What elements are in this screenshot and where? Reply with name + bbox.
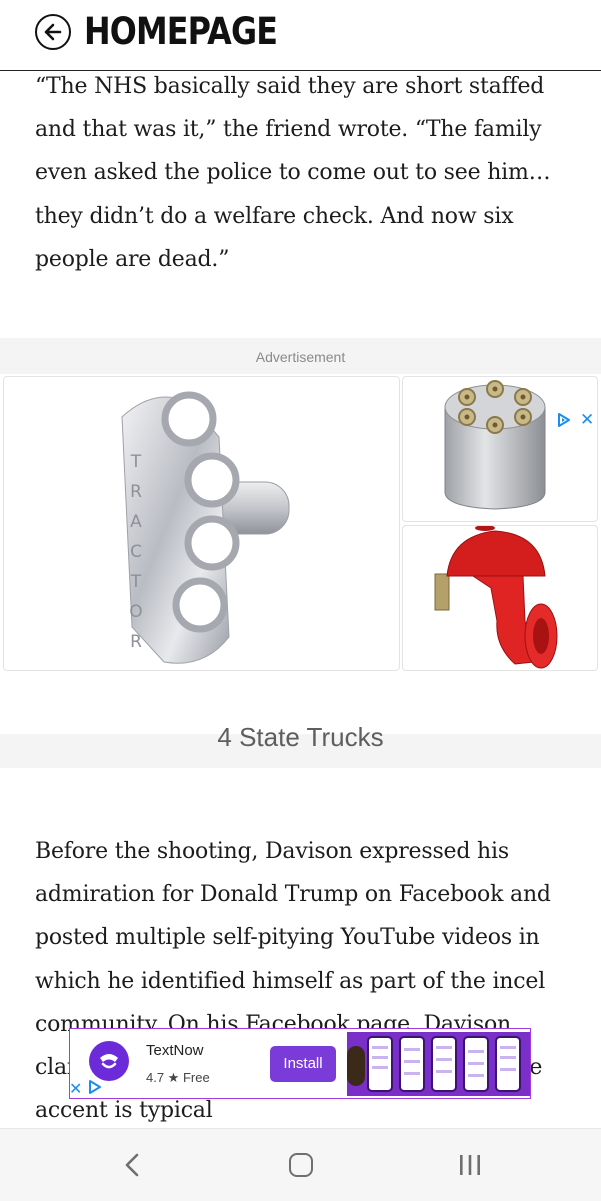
svg-text:T: T: [130, 452, 142, 472]
article-paragraph: “The NHS basically said they are short s…: [35, 74, 551, 272]
back-button[interactable]: [35, 14, 71, 50]
ad-image-horn[interactable]: [402, 525, 598, 671]
ad-brand-name[interactable]: 4 State Trucks: [0, 722, 601, 753]
svg-text:C: C: [130, 542, 142, 562]
svg-text:R: R: [130, 482, 142, 502]
chevron-left-icon[interactable]: [121, 1151, 143, 1179]
svg-text:O: O: [129, 602, 142, 622]
close-icon[interactable]: ✕: [69, 1081, 82, 1097]
revolver-cylinder-image: [444, 380, 546, 510]
red-horn-image: [434, 526, 558, 669]
svg-text:T: T: [130, 572, 142, 592]
advertisement-label: Advertisement: [255, 349, 346, 365]
svg-text:R: R: [130, 632, 142, 652]
textnow-logo-icon: [89, 1041, 129, 1081]
page-title[interactable]: HOMEPAGE: [84, 10, 278, 53]
home-icon[interactable]: [289, 1153, 313, 1177]
ad-choices-icon[interactable]: [87, 1079, 103, 1095]
ad-choices-icon[interactable]: [556, 412, 572, 428]
ad-image-main[interactable]: T R A C T O R: [3, 376, 400, 671]
close-icon[interactable]: ✕: [580, 410, 594, 430]
recent-apps-icon[interactable]: [458, 1154, 482, 1176]
arrow-left-circle-icon: [44, 23, 62, 41]
page-header: HOMEPAGE: [0, 0, 601, 71]
knuckle-pedal-image: T R A C T O R: [121, 391, 290, 664]
svg-text:A: A: [130, 512, 142, 532]
app-screenshots-image: [347, 1032, 530, 1096]
sticky-banner-ad[interactable]: TextNow 4.7 ★ Free Install ✕: [69, 1028, 531, 1099]
advertisement-section: Advertisement T R A C T O R ✕ 4 State Tr…: [0, 338, 601, 768]
app-rating: 4.7 ★ Free: [146, 1070, 210, 1085]
system-navigation-bar: [0, 1128, 601, 1201]
ad-image-cylinder[interactable]: [402, 376, 598, 522]
install-button[interactable]: Install: [270, 1046, 336, 1082]
ad-creative[interactable]: T R A C T O R ✕ 4 State Trucks: [0, 374, 601, 752]
app-name: TextNow: [146, 1042, 204, 1059]
